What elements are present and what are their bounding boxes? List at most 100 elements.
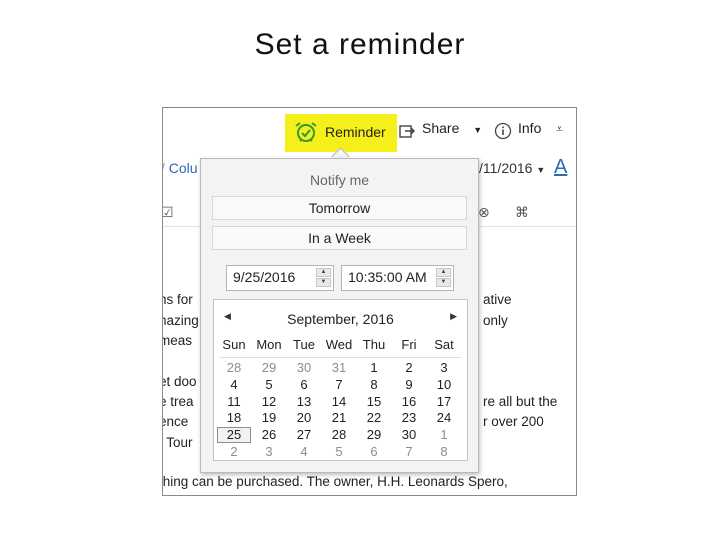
doc-bottom-line: thing can be purchased. The owner, H.H. … bbox=[162, 474, 508, 489]
calendar-day[interactable]: 11 bbox=[217, 394, 251, 410]
calendar-day[interactable]: 25 bbox=[217, 427, 251, 444]
time-field[interactable]: 10:35:00 AM ▲ ▼ bbox=[341, 265, 454, 291]
info-label: Info bbox=[518, 120, 542, 136]
share-label: Share bbox=[422, 120, 460, 136]
doc-left-line-1: ns for bbox=[162, 292, 193, 307]
calendar-day[interactable]: 27 bbox=[287, 427, 321, 443]
notify-me-header: Notify me bbox=[309, 172, 370, 188]
doc-left-line-7: t Tour bbox=[162, 435, 193, 450]
weekday-header: Sat bbox=[434, 337, 454, 352]
reminder-button[interactable]: Reminder bbox=[285, 114, 397, 152]
calendar-day[interactable]: 6 bbox=[357, 444, 391, 460]
info-icon bbox=[494, 122, 512, 145]
calendar-day[interactable]: 4 bbox=[217, 377, 251, 393]
doc-left-line-3: meas bbox=[162, 333, 193, 348]
calendar-day[interactable]: 17 bbox=[427, 394, 461, 410]
time-down-icon[interactable]: ▼ bbox=[436, 278, 451, 287]
calendar-day[interactable]: 7 bbox=[392, 444, 426, 460]
calendar-day[interactable]: 28 bbox=[322, 427, 356, 443]
font-color-button[interactable]: A bbox=[554, 156, 567, 179]
chevron-down-icon: ▼ bbox=[536, 165, 546, 175]
in-a-week-button[interactable]: In a Week bbox=[212, 226, 467, 250]
doc-left-line-4: et doo bbox=[162, 374, 197, 389]
time-up-icon[interactable]: ▲ bbox=[436, 268, 451, 277]
alarm-clock-icon bbox=[294, 121, 318, 148]
share-button[interactable]: Share ▼ bbox=[422, 120, 482, 136]
calendar-day[interactable]: 4 bbox=[287, 444, 321, 460]
slide-title: Set a reminder bbox=[254, 28, 466, 61]
doc-left-line-2: nazing bbox=[162, 313, 199, 328]
share-icon bbox=[399, 122, 417, 145]
date-field[interactable]: 9/25/2016 ▲ ▼ bbox=[226, 265, 334, 291]
calendar-day[interactable]: 3 bbox=[252, 444, 286, 460]
calendar-day[interactable]: 15 bbox=[357, 394, 391, 410]
checkbox-icon[interactable]: ☑ bbox=[163, 204, 174, 221]
calendar-day[interactable]: 18 bbox=[217, 410, 251, 426]
weekday-header: Wed bbox=[325, 337, 353, 352]
overflow-menu-icon[interactable]: ⩡ bbox=[556, 122, 563, 137]
calendar-day[interactable]: 28 bbox=[217, 360, 251, 376]
date-spinner[interactable]: ▲ ▼ bbox=[316, 268, 331, 288]
time-spinner[interactable]: ▲ ▼ bbox=[436, 268, 451, 288]
doc-right-line-4: r over 200 bbox=[483, 414, 544, 429]
calendar-day[interactable]: 6 bbox=[287, 377, 321, 393]
calendar-day[interactable]: 21 bbox=[322, 410, 356, 426]
calendar-day[interactable]: 2 bbox=[392, 360, 426, 376]
weekday-header: Tue bbox=[293, 337, 315, 352]
calendar-day[interactable]: 5 bbox=[252, 377, 286, 393]
doc-right-line-3: re all but the bbox=[483, 394, 558, 409]
calendar-day[interactable]: 31 bbox=[322, 360, 356, 376]
calendar-day[interactable]: 29 bbox=[252, 360, 286, 376]
app-screenshot: Reminder Share ▼ Info ⩡ / Colu bbox=[162, 107, 577, 496]
column-fragment[interactable]: / Colu bbox=[163, 160, 198, 176]
calendar-day[interactable]: 7 bbox=[322, 377, 356, 393]
calendar-day[interactable]: 5 bbox=[322, 444, 356, 460]
calendar-day[interactable]: 12 bbox=[252, 394, 286, 410]
weekday-header: Fri bbox=[401, 337, 417, 352]
calendar-day[interactable]: 26 bbox=[252, 427, 286, 443]
link-icon[interactable]: ⊗ bbox=[478, 204, 490, 221]
weekday-header: Thu bbox=[362, 337, 386, 352]
calendar-day[interactable]: 9 bbox=[392, 377, 426, 393]
calendar-day[interactable]: 29 bbox=[357, 427, 391, 443]
time-value: 10:35:00 AM bbox=[348, 269, 427, 285]
info-button[interactable]: Info bbox=[518, 120, 541, 136]
calendar-day[interactable]: 10 bbox=[427, 377, 461, 393]
weekday-header: Mon bbox=[256, 337, 282, 352]
calendar-day[interactable]: 16 bbox=[392, 394, 426, 410]
reminder-label: Reminder bbox=[325, 124, 386, 140]
calendar-day[interactable]: 1 bbox=[427, 427, 461, 443]
date-up-icon[interactable]: ▲ bbox=[316, 268, 331, 277]
tomorrow-button[interactable]: Tomorrow bbox=[212, 196, 467, 220]
calendar-day[interactable]: 19 bbox=[252, 410, 286, 426]
calendar-month-label: September, 2016 bbox=[287, 311, 394, 327]
calendar-day[interactable]: 20 bbox=[287, 410, 321, 426]
calendar-day[interactable]: 8 bbox=[427, 444, 461, 460]
calendar: ◀ September, 2016 ▶ Sun Mon Tue Wed Thu Fri Sa… bbox=[213, 299, 468, 461]
doc-right-line-1: ative bbox=[483, 292, 512, 307]
ribbon-toolbar: Reminder Share ▼ Info ⩡ bbox=[163, 108, 576, 152]
calendar-day[interactable]: 14 bbox=[322, 394, 356, 410]
calendar-day[interactable]: 3 bbox=[427, 360, 461, 376]
calendar-day[interactable]: 13 bbox=[287, 394, 321, 410]
command-icon[interactable]: ⌘ bbox=[515, 204, 529, 221]
calendar-day[interactable]: 8 bbox=[357, 377, 391, 393]
calendar-day[interactable]: 30 bbox=[392, 427, 426, 443]
doc-left-line-6: ence bbox=[163, 414, 189, 429]
calendar-day[interactable]: 24 bbox=[427, 410, 461, 426]
calendar-day[interactable]: 23 bbox=[392, 410, 426, 426]
date-value: 9/25/2016 bbox=[233, 269, 296, 285]
doc-left-line-5: e trea bbox=[162, 394, 194, 409]
date-fragment[interactable]: /11/2016 ▼ bbox=[479, 160, 545, 176]
next-month-icon[interactable]: ▶ bbox=[450, 311, 457, 322]
calendar-divider bbox=[220, 357, 461, 358]
weekday-header: Sun bbox=[222, 337, 246, 352]
date-down-icon[interactable]: ▼ bbox=[316, 278, 331, 287]
doc-right-line-2: only bbox=[483, 313, 508, 328]
calendar-day[interactable]: 30 bbox=[287, 360, 321, 376]
calendar-day[interactable]: 2 bbox=[217, 444, 251, 460]
calendar-day[interactable]: 22 bbox=[357, 410, 391, 426]
reminder-popup: Notify me Tomorrow In a Week 9/25/2016 ▲… bbox=[200, 158, 479, 473]
chevron-down-icon: ▼ bbox=[473, 125, 483, 135]
calendar-day[interactable]: 1 bbox=[357, 360, 391, 376]
